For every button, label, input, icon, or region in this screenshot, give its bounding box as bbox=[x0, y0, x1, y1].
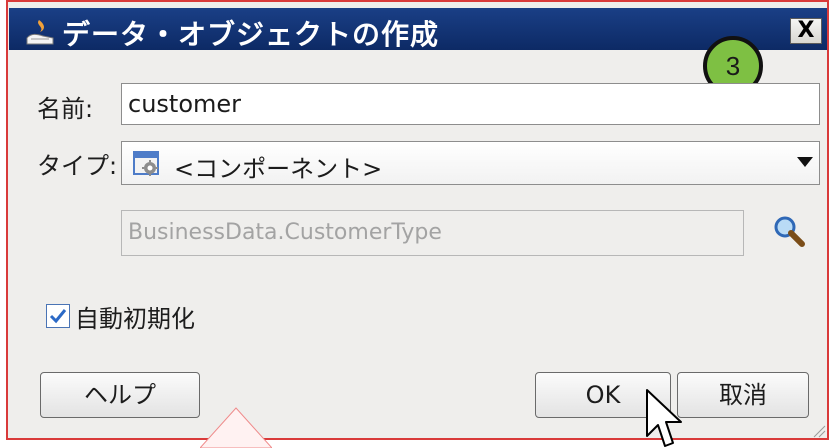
name-label: 名前: bbox=[37, 95, 94, 123]
callout-pointer bbox=[200, 407, 272, 448]
cancel-button[interactable]: 取消 bbox=[677, 372, 809, 418]
name-input[interactable]: customer bbox=[121, 83, 820, 125]
auto-init-label: 自動初期化 bbox=[75, 305, 195, 333]
mouse-pointer-icon bbox=[646, 389, 682, 447]
resize-grip[interactable] bbox=[808, 420, 826, 438]
hand-flame-icon bbox=[26, 20, 54, 45]
dialog-title: データ・オブジェクトの作成 bbox=[62, 18, 440, 51]
close-button[interactable]: X bbox=[790, 18, 822, 44]
checkmark-icon bbox=[49, 309, 67, 324]
type-select-value: <コンポーネント> bbox=[174, 155, 383, 183]
help-button[interactable]: ヘルプ bbox=[40, 372, 200, 418]
component-icon bbox=[133, 151, 159, 176]
auto-init-checkbox[interactable] bbox=[46, 304, 70, 328]
search-icon[interactable] bbox=[770, 213, 808, 251]
type-select[interactable]: <コンポーネント> bbox=[121, 141, 820, 185]
type-label: タイプ: bbox=[37, 152, 118, 180]
chevron-down-icon[interactable] bbox=[797, 157, 813, 167]
class-field: BusinessData.CustomerType bbox=[121, 210, 744, 256]
